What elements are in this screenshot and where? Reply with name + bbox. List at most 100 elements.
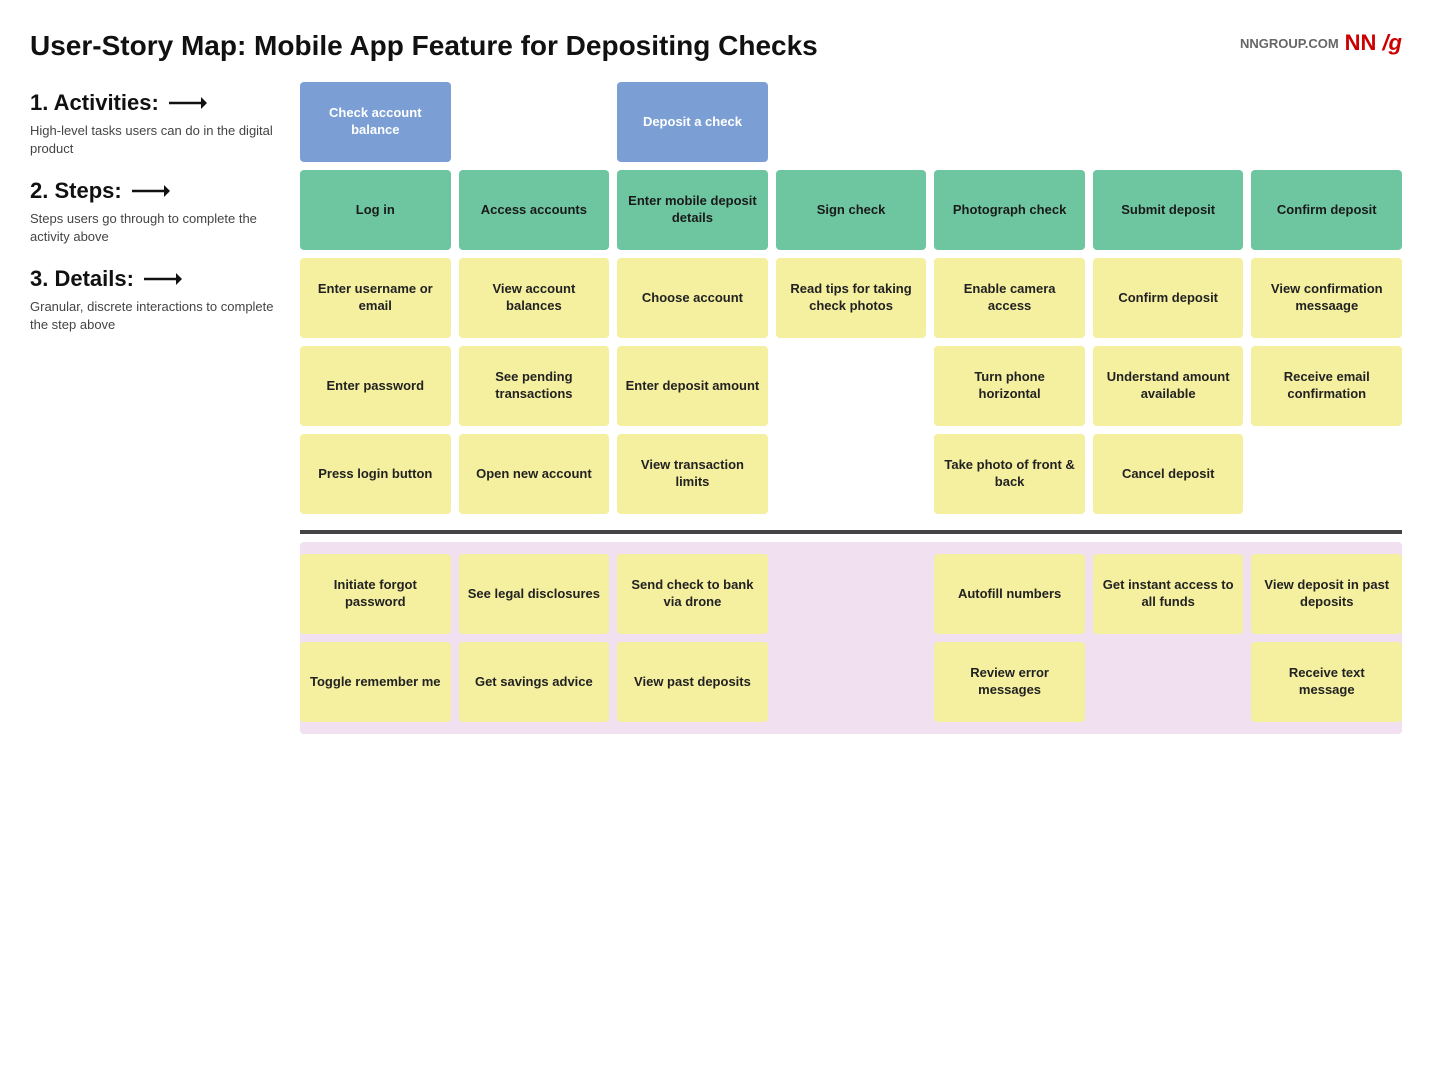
header: User-Story Map: Mobile App Feature for D… [30,30,1402,62]
details-row-3: Press login button Open new account View… [300,434,1402,514]
future-col-2-1: Get savings advice [459,642,610,722]
steps-col-2: Enter mobile deposit details [617,170,768,250]
page-wrapper: User-Story Map: Mobile App Feature for D… [30,30,1402,734]
card-confirm-deposit-d[interactable]: Confirm deposit [1093,258,1244,338]
steps-desc: Steps users go through to complete the a… [30,210,290,246]
details-col-2-3 [776,346,927,426]
details-arrow [142,269,182,289]
card-receive-email[interactable]: Receive email confirmation [1251,346,1402,426]
card-deposit-check[interactable]: Deposit a check [617,82,768,162]
activities-col-2: Deposit a check [617,82,768,162]
card-sign-check[interactable]: Sign check [776,170,927,250]
steps-cards: Log in Access accounts Enter mobile depo… [300,170,1402,250]
logo: NNGROUP.COM NN/g [1240,30,1402,56]
future-col-1-1: See legal disclosures [459,554,610,634]
details-label-col: 3. Details: Granular, discrete interacti… [30,258,300,334]
activities-empty-5 [1093,82,1244,162]
logo-nn: NN [1345,30,1377,56]
card-view-confirmation[interactable]: View confirmation messaage [1251,258,1402,338]
card-turn-phone[interactable]: Turn phone horizontal [934,346,1085,426]
details-col-1-3: Read tips for taking check photos [776,258,927,338]
card-view-past-deposits[interactable]: View past deposits [617,642,768,722]
card-initiate-forgot[interactable]: Initiate forgot password [300,554,451,634]
steps-row: Log in Access accounts Enter mobile depo… [300,170,1402,250]
activities-empty-1 [459,82,610,162]
future-col-1-5: Get instant access to all funds [1093,554,1244,634]
card-access-accounts[interactable]: Access accounts [459,170,610,250]
card-submit-deposit[interactable]: Submit deposit [1093,170,1244,250]
card-receive-text[interactable]: Receive text message [1251,642,1402,722]
details-col-3-6 [1251,434,1402,514]
details-col-1-1: View account balances [459,258,610,338]
card-check-balance[interactable]: Check account balance [300,82,451,162]
card-enter-password[interactable]: Enter password [300,346,451,426]
details-row-1: Enter username or email View account bal… [300,258,1402,338]
divider-spacer [30,522,300,534]
card-understand-amount[interactable]: Understand amount available [1093,346,1244,426]
card-log-in[interactable]: Log in [300,170,451,250]
details-col-3-1: Open new account [459,434,610,514]
steps-col-1: Access accounts [459,170,610,250]
activities-cards: Check account balance Deposit a check [300,82,1402,162]
card-view-deposit-past[interactable]: View deposit in past deposits [1251,554,1402,634]
card-open-new-account[interactable]: Open new account [459,434,610,514]
divider-line [300,530,1402,534]
details-col-3-5: Cancel deposit [1093,434,1244,514]
details-col-2-6: Receive email confirmation [1251,346,1402,426]
future-col-2-0: Toggle remember me [300,642,451,722]
future-empty-1-3 [776,554,927,634]
steps-label-col: 2. Steps: Steps users go through to comp… [30,170,300,246]
activities-section: 1. Activities: High-level tasks users ca… [30,82,1402,162]
card-send-check-drone[interactable]: Send check to bank via drone [617,554,768,634]
card-review-error[interactable]: Review error messages [934,642,1085,722]
activities-empty-6 [1251,82,1402,162]
steps-col-6: Confirm deposit [1251,170,1402,250]
activities-desc: High-level tasks users can do in the dig… [30,122,290,158]
card-see-pending[interactable]: See pending transactions [459,346,610,426]
logo-url: NNGROUP.COM [1240,36,1339,51]
card-photograph-check[interactable]: Photograph check [934,170,1085,250]
activities-col-4 [934,82,1085,162]
card-get-instant-access[interactable]: Get instant access to all funds [1093,554,1244,634]
divider [30,522,1402,534]
card-enter-mobile-deposit[interactable]: Enter mobile deposit details [617,170,768,250]
details-label: 3. Details: [30,266,290,292]
details-desc: Granular, discrete interactions to compl… [30,298,290,334]
future-cards-wrapper: Initiate forgot password See legal discl… [300,542,1402,734]
future-col-1-4: Autofill numbers [934,554,1085,634]
card-see-legal[interactable]: See legal disclosures [459,554,610,634]
steps-col-5: Submit deposit [1093,170,1244,250]
card-read-tips[interactable]: Read tips for taking check photos [776,258,927,338]
details-empty-3-6 [1251,434,1402,514]
details-col-3-0: Press login button [300,434,451,514]
details-row-2: Enter password See pending transactions … [300,346,1402,426]
card-choose-account[interactable]: Choose account [617,258,768,338]
details-col-3-4: Take photo of front & back [934,434,1085,514]
details-col-2-5: Understand amount available [1093,346,1244,426]
card-autofill-numbers[interactable]: Autofill numbers [934,554,1085,634]
card-view-transaction-limits[interactable]: View transaction limits [617,434,768,514]
card-confirm-deposit[interactable]: Confirm deposit [1251,170,1402,250]
future-col-2-5 [1093,642,1244,722]
card-cancel-deposit[interactable]: Cancel deposit [1093,434,1244,514]
details-title: 3. Details: [30,266,134,292]
future-col-1-3 [776,554,927,634]
card-toggle-remember[interactable]: Toggle remember me [300,642,451,722]
activities-col-0: Check account balance [300,82,451,162]
future-empty-2-3 [776,642,927,722]
card-enter-deposit-amount[interactable]: Enter deposit amount [617,346,768,426]
card-press-login[interactable]: Press login button [300,434,451,514]
card-get-savings-advice[interactable]: Get savings advice [459,642,610,722]
activities-label-col: 1. Activities: High-level tasks users ca… [30,82,300,158]
steps-section: 2. Steps: Steps users go through to comp… [30,170,1402,250]
future-section: Initiate forgot password See legal discl… [30,542,1402,734]
story-map: 1. Activities: High-level tasks users ca… [30,82,1402,734]
card-take-photo[interactable]: Take photo of front & back [934,434,1085,514]
details-empty-2-3 [776,346,927,426]
card-enable-camera[interactable]: Enable camera access [934,258,1085,338]
details-col-2-2: Enter deposit amount [617,346,768,426]
card-enter-username[interactable]: Enter username or email [300,258,451,338]
activities-empty-3 [776,82,927,162]
activities-col-1 [459,82,610,162]
card-view-balances[interactable]: View account balances [459,258,610,338]
